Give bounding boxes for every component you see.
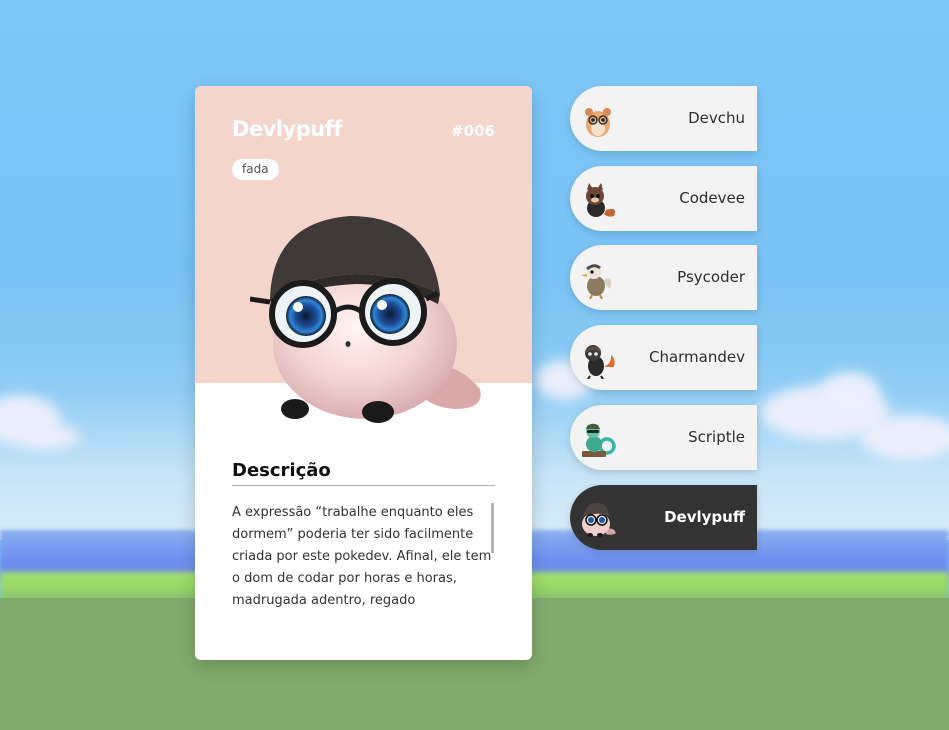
- devlypuff-image: [250, 216, 481, 423]
- list-item-devlypuff[interactable]: Devlypuff: [570, 485, 757, 550]
- duck-pokedev-icon: [581, 264, 611, 299]
- description-title: Descrição: [232, 460, 331, 481]
- cloud: [820, 372, 880, 412]
- list-item-label: Codevee: [679, 189, 745, 207]
- lizard-pokedev-icon: [585, 345, 615, 379]
- pokedev-detail-card: Devlypuff #006 fada Descrição A expressã…: [195, 86, 532, 660]
- divider: [232, 485, 495, 486]
- list-item-devchu[interactable]: Devchu: [570, 86, 757, 151]
- pokedev-name: Devlypuff: [232, 117, 343, 141]
- turtle-pokedev-icon: [582, 423, 616, 457]
- list-item-scriptle[interactable]: Scriptle: [570, 405, 757, 470]
- hamster-pokedev-icon: [585, 108, 611, 137]
- list-item-label: Psycoder: [677, 268, 745, 286]
- puffball-pokedev-icon: [582, 503, 616, 537]
- pokedev-number: #006: [451, 122, 495, 140]
- type-badge: fada: [232, 159, 279, 180]
- list-item-codevee[interactable]: Codevee: [570, 166, 757, 231]
- fox-pokedev-icon: [586, 183, 615, 217]
- description-text[interactable]: A expressão “trabalhe enquanto eles dorm…: [232, 502, 494, 612]
- description-scrollbar[interactable]: [491, 503, 494, 553]
- list-item-label: Devlypuff: [664, 508, 745, 526]
- list-item-label: Charmandev: [648, 348, 745, 366]
- list-item-psycoder[interactable]: Psycoder: [570, 245, 757, 310]
- cloud: [20, 425, 80, 449]
- list-item-label: Scriptle: [688, 428, 745, 446]
- list-item-charmandev[interactable]: Charmandev: [570, 325, 757, 390]
- list-item-label: Devchu: [688, 109, 745, 127]
- cloud: [860, 415, 949, 460]
